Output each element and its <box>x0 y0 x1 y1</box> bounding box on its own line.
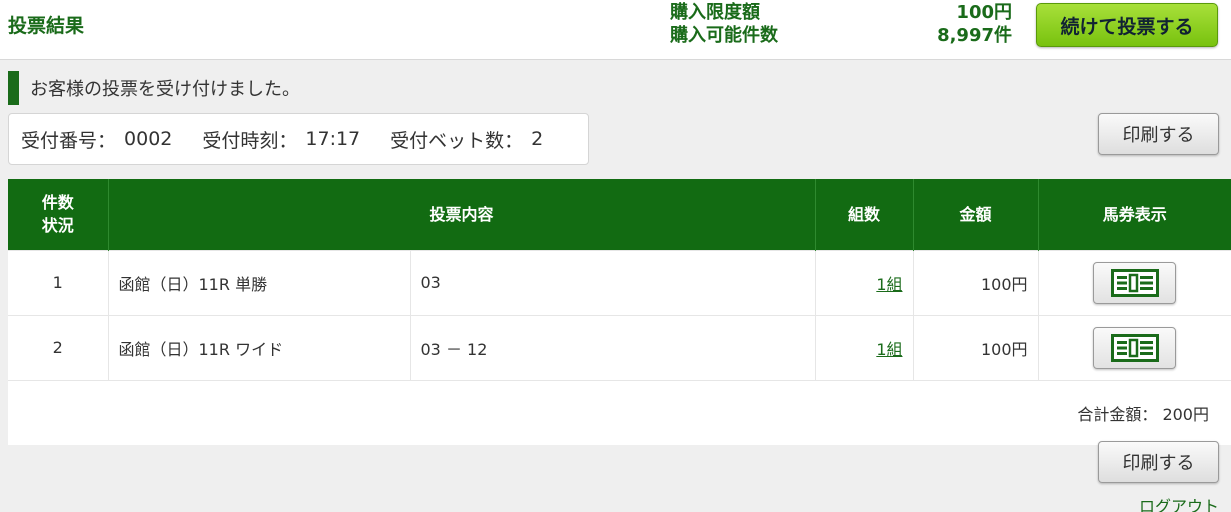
table-row: 1 函館（日）11R 単勝 03 1組 100円 <box>8 249 1231 315</box>
header-combos: 組数 <box>814 179 913 250</box>
print-button-top[interactable]: 印刷する <box>1098 113 1219 155</box>
header-bar: 投票結果 購入限度額 購入可能件数 100円 8,997件 続けて投票する <box>0 0 1231 60</box>
row-number: 2 <box>8 314 108 380</box>
total-row: 合計金額： 200円 <box>8 379 1231 445</box>
header-amount: 金額 <box>912 179 1038 250</box>
combo-cell: 1組 <box>814 249 913 315</box>
header-ticket-display: 馬券表示 <box>1037 179 1231 250</box>
ticket-view-button[interactable] <box>1093 326 1177 369</box>
selection: 03 <box>409 249 815 315</box>
combo-link[interactable]: 1組 <box>876 340 902 359</box>
ticket-view-icon <box>1110 333 1159 362</box>
ticket-view-button[interactable] <box>1093 261 1177 304</box>
print-button-bottom[interactable]: 印刷する <box>1098 441 1219 483</box>
notice-message: お客様の投票を受け付けました。 <box>8 71 300 105</box>
race-info: 函館（日）11R ワイド <box>107 314 410 380</box>
ticket-cell <box>1037 314 1231 380</box>
notice-accent-bar <box>8 71 19 105</box>
available-count-value: 8,997件 <box>937 25 1012 46</box>
available-count-label: 購入可能件数 <box>670 25 778 46</box>
ticket-view-icon <box>1110 268 1159 297</box>
amount: 100円 <box>912 249 1038 315</box>
receipt-time-value: 17:17 <box>305 128 361 150</box>
limit-labels: 購入限度額 購入可能件数 <box>670 1 778 47</box>
ticket-cell <box>1037 249 1231 315</box>
receipt-bets-label: 受付ベット数： <box>390 129 524 152</box>
limit-values: 100円 8,997件 <box>937 1 1012 47</box>
logout-link[interactable]: ログアウト <box>1139 493 1219 512</box>
total-amount: 合計金額： 200円 <box>8 379 1231 445</box>
receipt-time-label: 受付時刻： <box>202 129 298 152</box>
row-number: 1 <box>8 249 108 315</box>
table-header-row: 件数 状況 投票内容 組数 金額 馬券表示 <box>8 179 1231 250</box>
race-info: 函館（日）11R 単勝 <box>107 249 410 315</box>
receipt-number-label: 受付番号： <box>21 129 117 152</box>
header-vote-content: 投票内容 <box>107 179 815 250</box>
receipt-info: 受付番号： 0002 受付時刻： 17:17 受付ベット数： 2 <box>8 113 589 165</box>
header-count-status: 件数 状況 <box>8 179 108 250</box>
selection: 03 － 12 <box>409 314 815 380</box>
amount: 100円 <box>912 314 1038 380</box>
purchase-limit-label: 購入限度額 <box>670 2 760 23</box>
bets-table: 件数 状況 投票内容 組数 金額 馬券表示 1 函館（日）11R 単勝 03 1… <box>8 179 1231 445</box>
continue-voting-button[interactable]: 続けて投票する <box>1036 3 1218 47</box>
combo-cell: 1組 <box>814 314 913 380</box>
notice-text: お客様の投票を受け付けました。 <box>30 79 300 100</box>
receipt-number-value: 0002 <box>124 128 173 150</box>
receipt-bets-value: 2 <box>531 128 544 150</box>
table-row: 2 函館（日）11R ワイド 03 － 12 1組 100円 <box>8 314 1231 380</box>
page-title: 投票結果 <box>8 15 85 37</box>
purchase-limit-value: 100円 <box>956 2 1012 23</box>
combo-link[interactable]: 1組 <box>876 275 902 294</box>
